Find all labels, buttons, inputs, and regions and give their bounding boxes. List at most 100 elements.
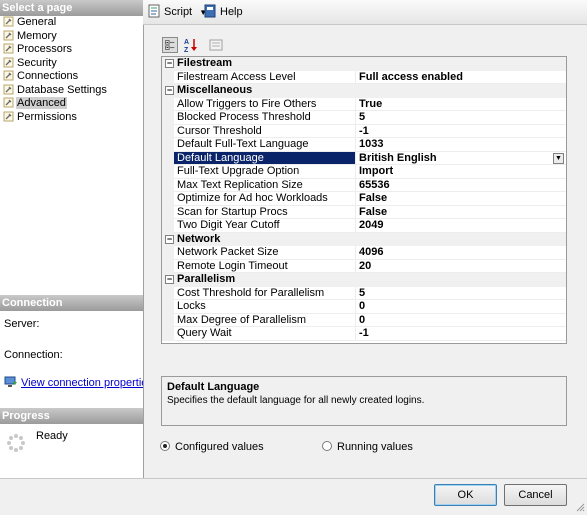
property-value[interactable]: 20 — [356, 260, 566, 273]
server-label: Server: — [4, 318, 40, 330]
page-item-database-settings[interactable]: Database Settings — [0, 84, 143, 98]
property-row[interactable]: Max Degree of Parallelism 0 — [162, 313, 566, 327]
property-row[interactable]: Blocked Process Threshold 5 — [162, 111, 566, 125]
property-name[interactable]: Full-Text Upgrade Option — [174, 165, 356, 179]
help-book-icon — [204, 4, 216, 18]
property-value[interactable]: 1033 — [356, 138, 566, 152]
description-panel: Default Language Specifies the default l… — [161, 376, 567, 426]
property-value[interactable]: 5 — [356, 287, 566, 300]
property-name[interactable]: Cost Threshold for Parallelism — [174, 286, 356, 300]
select-page-header: Select a page — [0, 0, 143, 16]
configured-values-radio[interactable]: Configured values — [160, 441, 264, 453]
property-value[interactable]: False — [356, 206, 566, 219]
page-item-permissions[interactable]: Permissions — [0, 111, 143, 125]
property-value[interactable]: -1 — [356, 327, 566, 341]
property-value[interactable]: 4096 — [356, 246, 566, 260]
help-button[interactable]: Help — [203, 4, 243, 20]
alphabetical-sort-icon[interactable]: A Z — [183, 37, 199, 53]
category-row[interactable]: − Filestream — [162, 57, 566, 71]
property-row[interactable]: Locks 0 — [162, 300, 566, 314]
property-row[interactable]: Default Language British English ▼ — [162, 151, 566, 165]
property-pages-icon[interactable] — [208, 37, 224, 53]
property-value[interactable]: 0 — [356, 314, 566, 327]
radio-button-selected[interactable] — [160, 441, 170, 451]
category-row[interactable]: − Parallelism — [162, 273, 566, 287]
property-row[interactable]: Network Packet Size 4096 — [162, 246, 566, 260]
property-value[interactable]: -1 — [356, 125, 566, 138]
svg-text:Z: Z — [184, 47, 189, 53]
row-gutter — [162, 313, 174, 327]
property-value[interactable]: Import — [356, 165, 566, 179]
property-name[interactable]: Locks — [174, 300, 356, 314]
property-row[interactable]: Cursor Threshold -1 — [162, 124, 566, 138]
page-item-processors[interactable]: Processors — [0, 43, 143, 57]
categorized-icon[interactable] — [162, 37, 178, 53]
property-row[interactable]: Scan for Startup Procs False — [162, 205, 566, 219]
property-name[interactable]: Max Text Replication Size — [174, 178, 356, 192]
row-gutter — [162, 300, 174, 314]
script-button[interactable]: Script ▼ — [147, 4, 207, 20]
page-item-security[interactable]: Security — [0, 57, 143, 71]
property-name[interactable]: Filestream Access Level — [174, 70, 356, 84]
property-value[interactable]: British English — [356, 152, 566, 165]
row-gutter — [162, 192, 174, 206]
radio-button[interactable] — [322, 441, 332, 451]
property-name[interactable]: Two Digit Year Cutoff — [174, 219, 356, 233]
property-value[interactable]: 5 — [356, 111, 566, 125]
property-name[interactable]: Default Language — [174, 151, 356, 165]
collapse-icon[interactable]: − — [165, 234, 174, 244]
progress-status: Ready — [36, 430, 68, 442]
page-item-label: Permissions — [17, 110, 77, 123]
help-label: Help — [220, 6, 243, 18]
property-name[interactable]: Network Packet Size — [174, 246, 356, 260]
page-item-connections[interactable]: Connections — [0, 70, 143, 84]
property-name[interactable]: Allow Triggers to Fire Others — [174, 97, 356, 111]
property-name[interactable]: Optimize for Ad hoc Workloads — [174, 192, 356, 206]
page-item-label: Memory — [17, 29, 57, 42]
property-value[interactable]: 65536 — [356, 179, 566, 192]
property-name[interactable]: Max Degree of Parallelism — [174, 313, 356, 327]
property-name[interactable]: Cursor Threshold — [174, 124, 356, 138]
property-row[interactable]: Max Text Replication Size 65536 — [162, 178, 566, 192]
page-item-label: Database Settings — [17, 83, 107, 96]
property-value[interactable]: Full access enabled — [356, 71, 566, 84]
property-name[interactable]: Blocked Process Threshold — [174, 111, 356, 125]
property-row[interactable]: Two Digit Year Cutoff 2049 — [162, 219, 566, 233]
collapse-icon[interactable]: − — [165, 275, 174, 284]
property-name[interactable]: Scan for Startup Procs — [174, 205, 356, 219]
collapse-icon[interactable]: − — [165, 86, 174, 95]
property-row[interactable]: Optimize for Ad hoc Workloads False — [162, 192, 566, 206]
property-value[interactable]: True — [356, 98, 566, 111]
property-row[interactable]: Default Full-Text Language 1033 — [162, 138, 566, 152]
row-gutter — [162, 246, 174, 260]
category-row[interactable]: − Network — [162, 232, 566, 246]
ok-button[interactable]: OK — [434, 484, 497, 506]
property-row[interactable]: Query Wait -1 — [162, 327, 566, 341]
row-gutter — [162, 286, 174, 300]
property-name[interactable]: Query Wait — [174, 327, 356, 341]
dropdown-arrow-icon[interactable]: ▼ — [553, 152, 564, 164]
page-item-memory[interactable]: Memory — [0, 30, 143, 44]
property-name[interactable]: Remote Login Timeout — [174, 259, 356, 273]
running-values-radio[interactable]: Running values — [322, 441, 413, 453]
resize-grip-icon[interactable] — [575, 502, 585, 512]
svg-text:A: A — [184, 39, 189, 46]
cancel-button[interactable]: Cancel — [504, 484, 567, 506]
category-row[interactable]: − Miscellaneous — [162, 84, 566, 98]
property-row[interactable]: Allow Triggers to Fire Others True — [162, 97, 566, 111]
property-row[interactable]: Filestream Access Level Full access enabl… — [162, 70, 566, 84]
collapse-icon[interactable]: − — [165, 59, 174, 68]
view-connection-properties-link[interactable]: View connection properties — [4, 376, 143, 389]
property-row[interactable]: Full-Text Upgrade Option Import — [162, 165, 566, 179]
property-value[interactable]: 0 — [356, 300, 566, 314]
view-connection-link-label[interactable]: View connection properties — [21, 377, 143, 389]
page-item-general[interactable]: General — [0, 16, 143, 30]
property-row[interactable]: Cost Threshold for Parallelism 5 — [162, 286, 566, 300]
row-gutter — [162, 178, 174, 192]
page-item-advanced[interactable]: Advanced — [0, 97, 143, 111]
row-gutter — [162, 111, 174, 125]
property-row[interactable]: Remote Login Timeout 20 — [162, 259, 566, 273]
property-name[interactable]: Default Full-Text Language — [174, 138, 356, 152]
property-value[interactable]: 2049 — [356, 219, 566, 233]
property-value[interactable]: False — [356, 192, 566, 206]
